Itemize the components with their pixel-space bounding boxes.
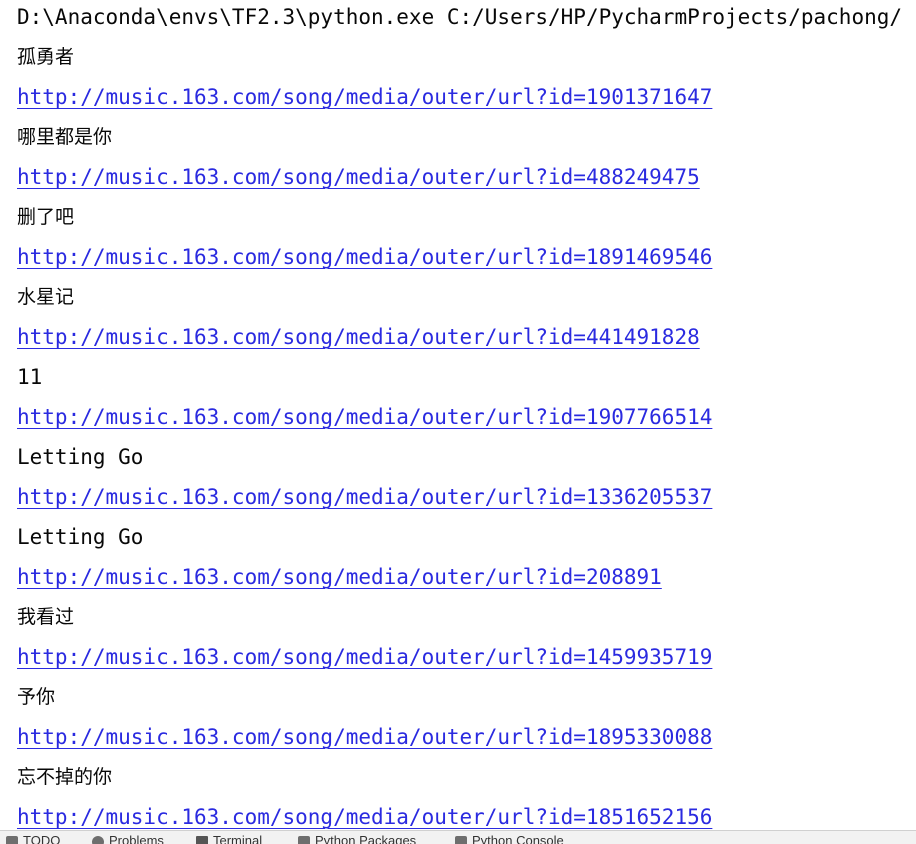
song-url-link[interactable]: http://music.163.com/song/media/outer/ur… [17, 164, 700, 190]
song-url-link[interactable]: http://music.163.com/song/media/outer/ur… [17, 644, 712, 670]
song-url-link[interactable]: http://music.163.com/song/media/outer/ur… [17, 244, 712, 270]
tab-label: Python Console [472, 833, 564, 844]
tab-python-packages[interactable]: Python Packages [298, 834, 416, 844]
song-title: 哪里都是你 [17, 126, 113, 148]
song-title: 我看过 [17, 606, 75, 628]
tab-label: Problems [109, 833, 164, 844]
song-url-link[interactable]: http://music.163.com/song/media/outer/ur… [17, 724, 712, 750]
problems-icon [92, 836, 104, 844]
song-title: 孤勇者 [17, 46, 75, 68]
song-title: 水星记 [17, 286, 75, 308]
packages-icon [298, 836, 310, 844]
song-title: Letting Go [17, 525, 144, 549]
tab-label: Terminal [213, 833, 263, 844]
tool-window-bar: TODO Problems Terminal Python Packages P… [0, 830, 916, 844]
run-command-line: D:\Anaconda\envs\TF2.3\python.exe C:/Use… [17, 5, 903, 29]
tab-todo[interactable]: TODO [6, 834, 60, 844]
python-console-icon [455, 836, 467, 844]
song-url-link[interactable]: http://music.163.com/song/media/outer/ur… [17, 324, 700, 350]
terminal-icon [196, 836, 208, 844]
tab-terminal[interactable]: Terminal [196, 834, 262, 844]
song-title: Letting Go [17, 445, 144, 469]
song-url-link[interactable]: http://music.163.com/song/media/outer/ur… [17, 84, 712, 110]
song-title: 11 [17, 365, 43, 389]
song-title: 忘不掉的你 [17, 766, 113, 788]
song-url-link[interactable]: http://music.163.com/song/media/outer/ur… [17, 484, 712, 510]
list-icon [6, 836, 18, 844]
tab-python-console[interactable]: Python Console [455, 834, 564, 844]
song-title: 予你 [17, 686, 56, 708]
song-url-link[interactable]: http://music.163.com/song/media/outer/ur… [17, 564, 662, 590]
song-url-link[interactable]: http://music.163.com/song/media/outer/ur… [17, 804, 712, 830]
tab-problems[interactable]: Problems [92, 834, 164, 844]
tab-label: TODO [23, 833, 61, 844]
run-console-output: D:\Anaconda\envs\TF2.3\python.exe C:/Use… [0, 0, 916, 830]
song-url-link[interactable]: http://music.163.com/song/media/outer/ur… [17, 404, 712, 430]
tab-label: Python Packages [315, 833, 417, 844]
song-title: 删了吧 [17, 206, 75, 228]
